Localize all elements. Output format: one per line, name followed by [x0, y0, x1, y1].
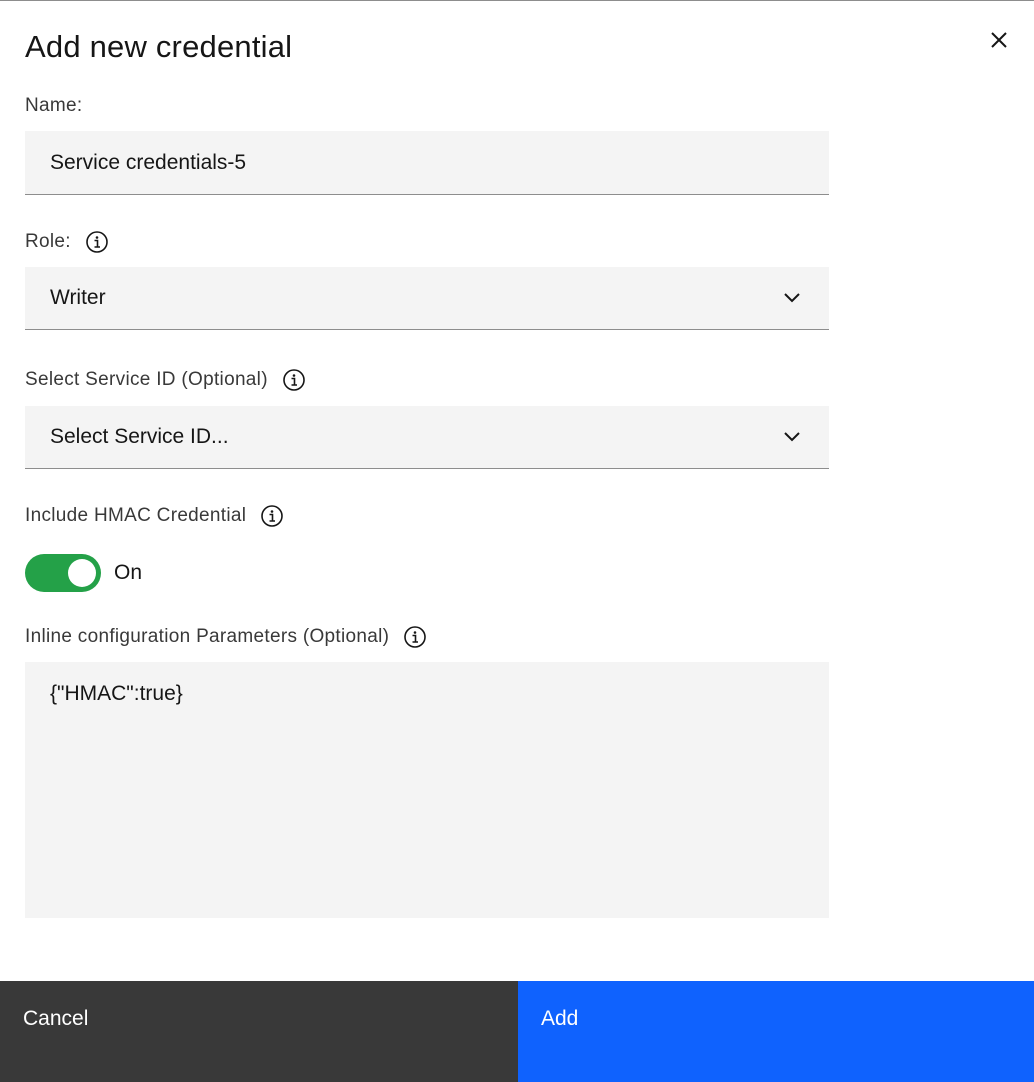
info-icon[interactable]: [403, 625, 427, 649]
hmac-label-text: Include HMAC Credential: [25, 505, 247, 526]
role-select[interactable]: Writer: [25, 267, 829, 330]
name-label: Name:: [25, 95, 82, 117]
modal-title: Add new credential: [25, 29, 293, 64]
info-icon[interactable]: [282, 368, 306, 392]
hmac-label: Include HMAC Credential: [25, 504, 284, 528]
name-input[interactable]: Service credentials-5: [25, 131, 829, 195]
chevron-down-icon: [784, 293, 800, 303]
info-icon[interactable]: [85, 230, 109, 254]
toggle-knob: [68, 559, 96, 587]
inline-config-textarea[interactable]: {"HMAC":true}: [25, 662, 829, 918]
add-button[interactable]: Add: [518, 981, 1034, 1082]
role-select-value: Writer: [50, 286, 106, 309]
role-label-text: Role:: [25, 231, 71, 252]
info-icon[interactable]: [260, 504, 284, 528]
hmac-toggle-state: On: [114, 561, 143, 584]
inline-config-value: {"HMAC":true}: [50, 682, 183, 705]
add-credential-modal: Add new credential Name: Service credent…: [0, 0, 1034, 1082]
add-button-label: Add: [541, 1007, 579, 1030]
hmac-toggle[interactable]: [25, 554, 101, 592]
name-label-text: Name:: [25, 95, 83, 116]
close-button[interactable]: [982, 23, 1016, 57]
modal-footer: Cancel Add: [0, 981, 1034, 1082]
service-id-placeholder: Select Service ID...: [50, 425, 229, 448]
service-id-label: Select Service ID (Optional): [25, 368, 306, 392]
inline-config-label: Inline configuration Parameters (Optiona…: [25, 625, 427, 649]
cancel-button-label: Cancel: [23, 1007, 89, 1030]
inline-config-label-text: Inline configuration Parameters (Optiona…: [25, 626, 390, 647]
cancel-button[interactable]: Cancel: [0, 981, 518, 1082]
service-id-select[interactable]: Select Service ID...: [25, 406, 829, 469]
name-input-value: Service credentials-5: [50, 150, 247, 174]
close-icon: [991, 32, 1007, 48]
chevron-down-icon: [784, 432, 800, 442]
role-label: Role:: [25, 230, 109, 254]
service-id-label-text: Select Service ID (Optional): [25, 369, 268, 390]
